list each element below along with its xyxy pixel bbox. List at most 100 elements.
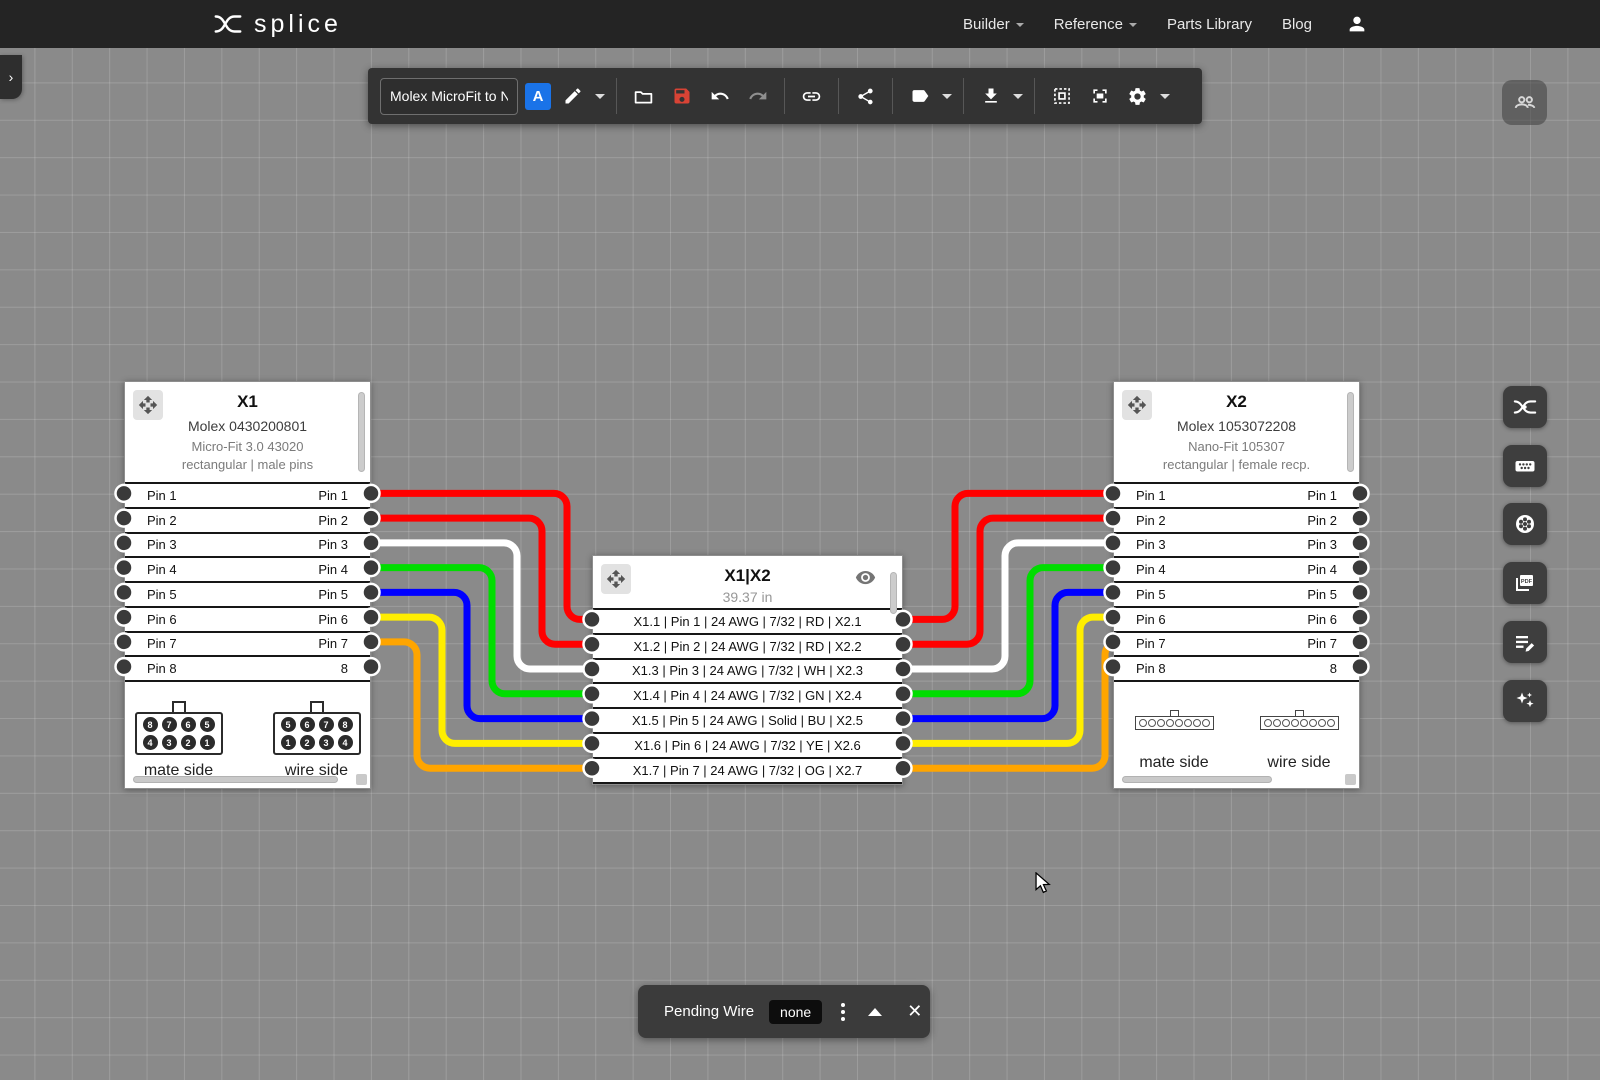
save-button[interactable] xyxy=(665,76,698,116)
ai-tool-button[interactable] xyxy=(1503,680,1547,722)
x1-move-handle[interactable] xyxy=(133,390,163,420)
edit-menu-caret[interactable] xyxy=(594,76,606,116)
wire-left-4[interactable] xyxy=(371,568,592,694)
x1-pin-row-4[interactable]: Pin 4Pin 4 xyxy=(125,558,370,583)
wire-row-3[interactable]: X1.3 | Pin 3 | 24 AWG | 7/32 | WH | X2.3 xyxy=(593,660,902,685)
x2-pin-row-3[interactable]: Pin 3Pin 3 xyxy=(1114,534,1359,559)
x2-pin-right-dot-5[interactable] xyxy=(1352,584,1369,601)
settings-button[interactable] xyxy=(1121,76,1154,116)
wire-left-2[interactable] xyxy=(371,518,592,644)
pending-collapse-button[interactable] xyxy=(868,1008,882,1016)
wire-row-7[interactable]: X1.7 | Pin 7 | 24 AWG | 7/32 | OG | X2.7 xyxy=(593,759,902,784)
table-pin-left-dot-3[interactable] xyxy=(584,661,601,678)
pending-menu-button[interactable] xyxy=(837,1003,849,1021)
x2-pin-left-dot-8[interactable] xyxy=(1105,658,1122,675)
tag-button[interactable] xyxy=(903,76,936,116)
x2-pin-row-2[interactable]: Pin 2Pin 2 xyxy=(1114,509,1359,534)
edit-pencil-button[interactable] xyxy=(556,76,589,116)
open-folder-button[interactable] xyxy=(627,76,660,116)
wire-table-card[interactable]: X1|X2 39.37 in X1.1 | Pin 1 | 24 AWG | 7… xyxy=(592,555,903,785)
x1-pin-row-5[interactable]: Pin 5Pin 5 xyxy=(125,583,370,608)
x2-pin-right-dot-7[interactable] xyxy=(1352,633,1369,650)
x2-pin-right-dot-4[interactable] xyxy=(1352,559,1369,576)
splice-tool-button[interactable] xyxy=(1503,386,1547,428)
table-pin-left-dot-1[interactable] xyxy=(584,611,601,628)
wire-left-3[interactable] xyxy=(371,543,592,669)
nav-item-blog[interactable]: Blog xyxy=(1282,16,1312,33)
x2-pin-left-dot-2[interactable] xyxy=(1105,510,1122,527)
x1-pin-right-dot-6[interactable] xyxy=(363,609,380,626)
cable-tool-button[interactable] xyxy=(1503,503,1547,545)
x1-pin-right-dot-4[interactable] xyxy=(363,559,380,576)
nav-item-parts-library[interactable]: Parts Library xyxy=(1167,16,1252,33)
x2-pin-row-7[interactable]: Pin 7Pin 7 xyxy=(1114,633,1359,658)
x2-pin-left-dot-7[interactable] xyxy=(1105,633,1122,650)
annotation-button[interactable]: A xyxy=(525,83,551,110)
marquee-select-button[interactable] xyxy=(1045,76,1078,116)
x1-pin-right-dot-7[interactable] xyxy=(363,633,380,650)
x1-pin-right-dot-2[interactable] xyxy=(363,510,380,527)
x1-pin-row-2[interactable]: Pin 2Pin 2 xyxy=(125,509,370,534)
wire-row-6[interactable]: X1.6 | Pin 6 | 24 AWG | 7/32 | YE | X2.6 xyxy=(593,734,902,759)
wire-row-5[interactable]: X1.5 | Pin 5 | 24 AWG | Solid | BU | X2.… xyxy=(593,709,902,734)
connector-tool-button[interactable] xyxy=(1503,445,1547,487)
redo-button[interactable] xyxy=(741,76,774,116)
project-name-input[interactable] xyxy=(380,78,518,115)
wire-right-7[interactable] xyxy=(903,642,1118,768)
x1-resize-handle[interactable] xyxy=(356,774,367,785)
x1-pin-left-dot-4[interactable] xyxy=(116,559,133,576)
settings-menu-caret[interactable] xyxy=(1159,76,1171,116)
x1-pin-left-dot-6[interactable] xyxy=(116,609,133,626)
wire-row-2[interactable]: X1.2 | Pin 2 | 24 AWG | 7/32 | RD | X2.2 xyxy=(593,635,902,660)
x2-pin-right-dot-2[interactable] xyxy=(1352,510,1369,527)
download-menu-caret[interactable] xyxy=(1012,76,1024,116)
wire-left-5[interactable] xyxy=(371,592,592,718)
x2-vertical-scrollbar[interactable] xyxy=(1347,392,1354,472)
undo-button[interactable] xyxy=(703,76,736,116)
share-link-button[interactable] xyxy=(795,76,828,116)
left-panel-toggle[interactable]: › xyxy=(0,55,22,99)
x1-pin-left-dot-5[interactable] xyxy=(116,584,133,601)
table-pin-left-dot-4[interactable] xyxy=(584,685,601,702)
table-visibility-button[interactable] xyxy=(855,567,876,593)
x1-pin-row-7[interactable]: Pin 7Pin 7 xyxy=(125,633,370,658)
x1-pin-row-1[interactable]: Pin 1Pin 1 xyxy=(125,484,370,509)
x2-pin-row-1[interactable]: Pin 1Pin 1 xyxy=(1114,484,1359,509)
table-pin-left-dot-2[interactable] xyxy=(584,636,601,653)
x2-resize-handle[interactable] xyxy=(1345,774,1356,785)
x1-pin-left-dot-8[interactable] xyxy=(116,658,133,675)
x2-move-handle[interactable] xyxy=(1122,390,1152,420)
table-pin-left-dot-7[interactable] xyxy=(584,760,601,777)
wire-left-6[interactable] xyxy=(371,617,592,743)
x1-pin-left-dot-3[interactable] xyxy=(116,534,133,551)
table-pin-right-dot-7[interactable] xyxy=(895,760,912,777)
table-pin-right-dot-1[interactable] xyxy=(895,611,912,628)
x2-pin-row-4[interactable]: Pin 4Pin 4 xyxy=(1114,558,1359,583)
pending-close-button[interactable]: ✕ xyxy=(907,1001,922,1022)
wire-left-7[interactable] xyxy=(371,642,592,768)
collaborators-button[interactable] xyxy=(1502,80,1547,125)
wire-left-1[interactable] xyxy=(371,493,592,619)
x2-pin-left-dot-3[interactable] xyxy=(1105,534,1122,551)
x2-pin-row-8[interactable]: Pin 88 xyxy=(1114,657,1359,682)
x1-pin-left-dot-1[interactable] xyxy=(116,485,133,502)
connector-card-x1[interactable]: X1 Molex 0430200801 Micro-Fit 3.0 43020 … xyxy=(124,381,371,789)
x1-pin-right-dot-3[interactable] xyxy=(363,534,380,551)
x1-pin-right-dot-8[interactable] xyxy=(363,658,380,675)
table-pin-right-dot-6[interactable] xyxy=(895,735,912,752)
table-move-handle[interactable] xyxy=(601,564,631,594)
table-vertical-scrollbar[interactable] xyxy=(890,572,897,614)
table-pin-right-dot-2[interactable] xyxy=(895,636,912,653)
x1-pin-left-dot-2[interactable] xyxy=(116,510,133,527)
nav-item-reference[interactable]: Reference xyxy=(1054,16,1137,33)
x2-pin-left-dot-6[interactable] xyxy=(1105,609,1122,626)
x1-vertical-scrollbar[interactable] xyxy=(358,392,365,472)
notes-tool-button[interactable] xyxy=(1503,621,1547,663)
x2-pin-right-dot-6[interactable] xyxy=(1352,609,1369,626)
x1-pin-left-dot-7[interactable] xyxy=(116,633,133,650)
x2-pin-left-dot-4[interactable] xyxy=(1105,559,1122,576)
table-pin-left-dot-6[interactable] xyxy=(584,735,601,752)
x2-pin-right-dot-3[interactable] xyxy=(1352,534,1369,551)
x1-pin-right-dot-1[interactable] xyxy=(363,485,380,502)
table-pin-left-dot-5[interactable] xyxy=(584,710,601,727)
